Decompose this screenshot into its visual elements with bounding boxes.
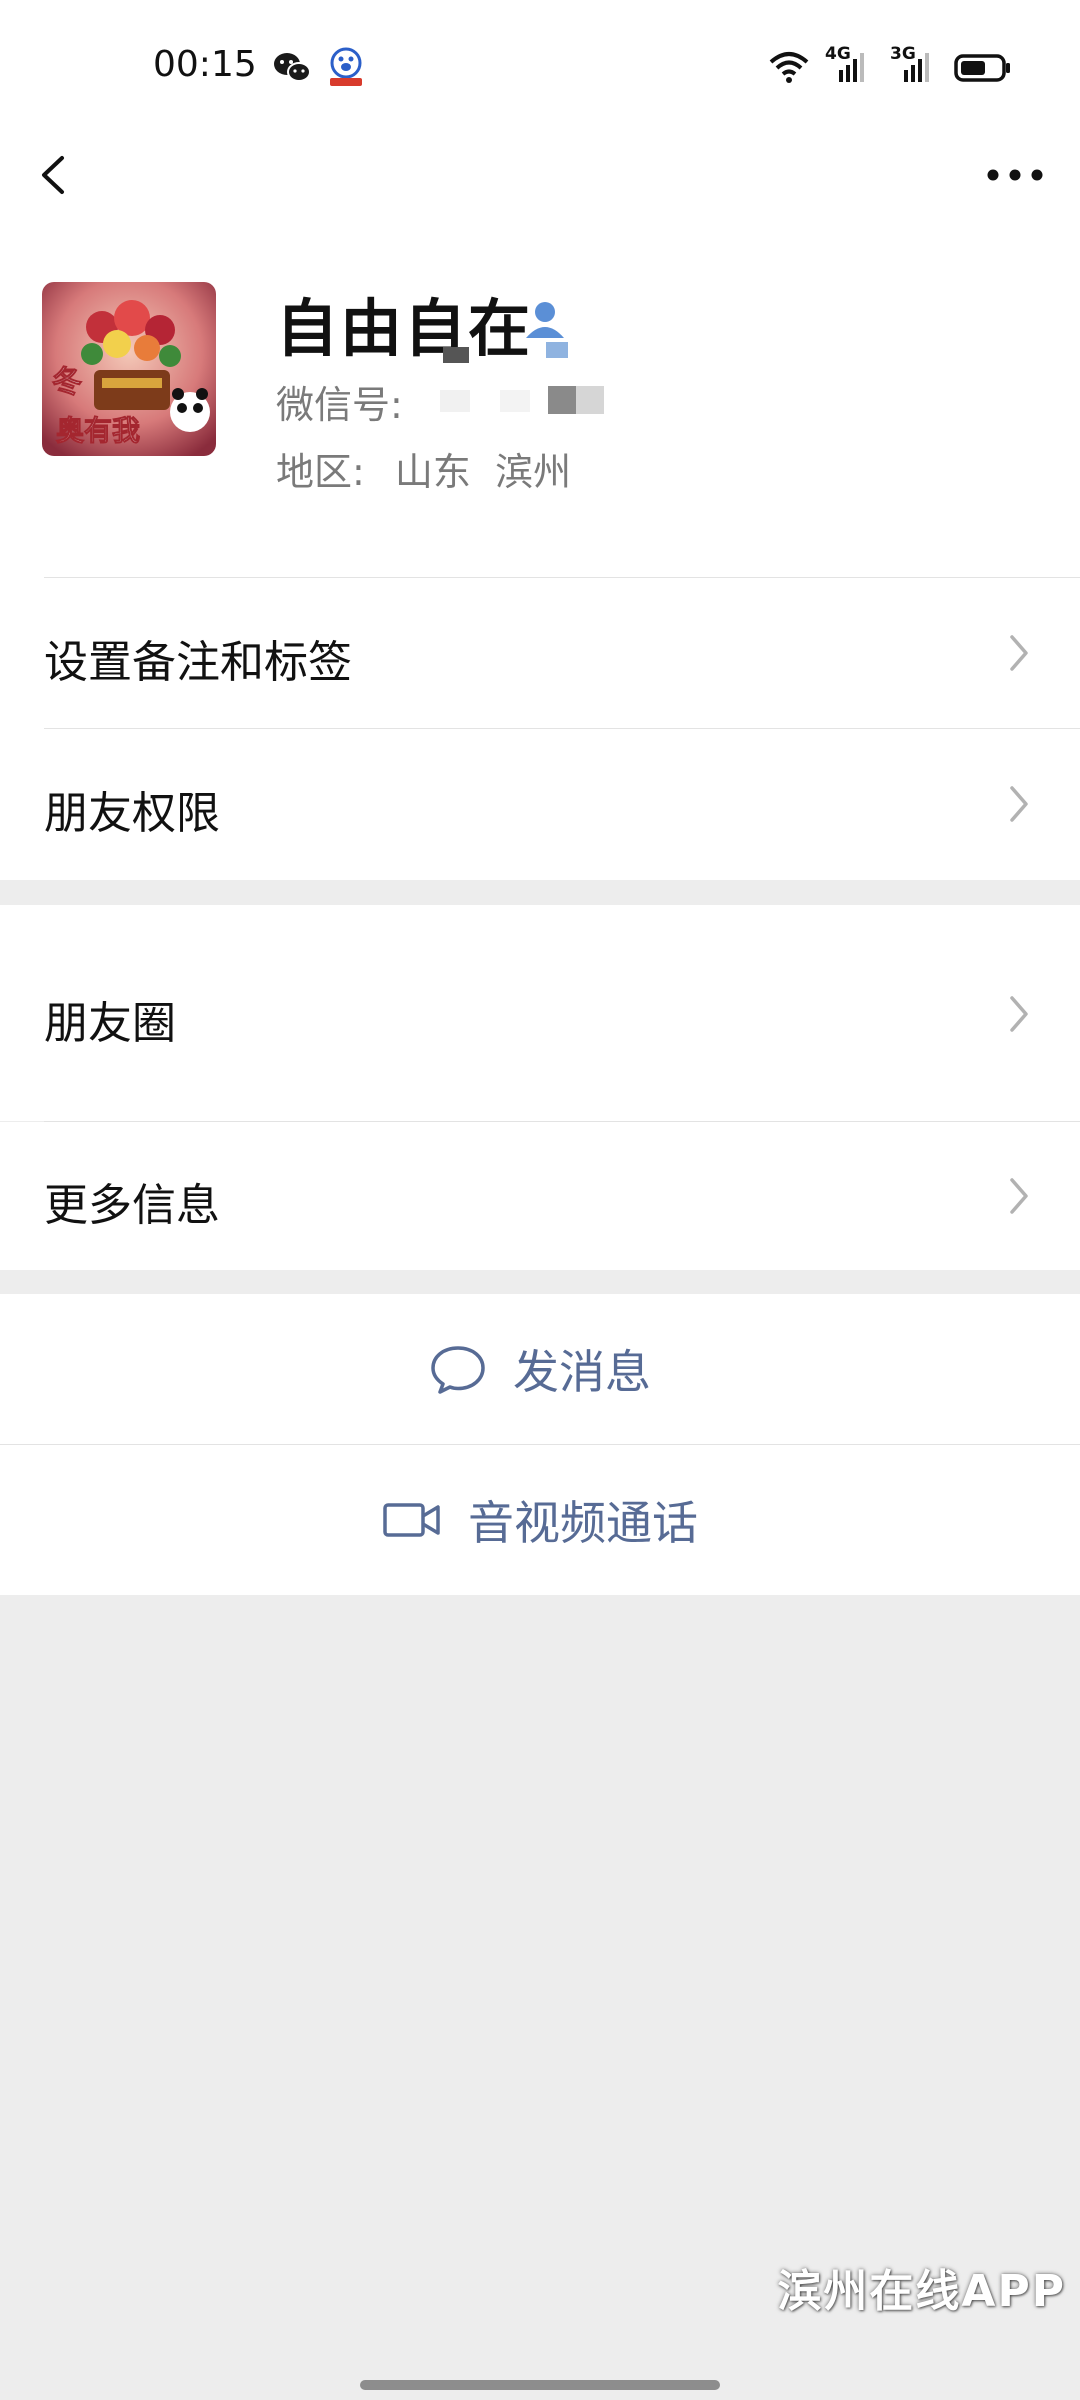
video-call-button[interactable]: 音视频通话	[0, 1445, 1080, 1595]
chevron-right-icon	[1006, 782, 1034, 826]
menu-item-moments[interactable]: 朋友圈	[0, 905, 1080, 1121]
chevron-right-icon	[1006, 1174, 1034, 1218]
menu-label: 朋友圈	[44, 998, 176, 1049]
section-gap	[0, 880, 1080, 905]
profile-badge-icon	[520, 298, 570, 358]
baidu-icon	[326, 46, 366, 88]
video-camera-icon	[382, 1500, 442, 1540]
send-message-label: 发消息	[513, 1345, 651, 1399]
redaction-mark	[443, 347, 469, 363]
more-dots-icon	[987, 169, 1043, 181]
menu-item-remarks-tags[interactable]: 设置备注和标签	[0, 578, 1080, 728]
menu-label: 更多信息	[44, 1180, 220, 1231]
chevron-right-icon	[1006, 992, 1034, 1036]
region-value: 山东 滨州	[394, 450, 572, 494]
signal-4g-icon: 4G	[825, 44, 875, 84]
video-call-label: 音视频通话	[468, 1496, 698, 1550]
avatar[interactable]: 冬 奥有我	[42, 282, 216, 456]
contact-name: 自由自在	[276, 292, 533, 365]
avatar-image: 冬 奥有我	[42, 282, 216, 456]
menu-item-friend-permissions[interactable]: 朋友权限	[0, 729, 1080, 879]
battery-icon	[954, 54, 1012, 86]
home-indicator[interactable]	[360, 2380, 720, 2390]
menu-label: 朋友权限	[44, 788, 220, 839]
chevron-left-icon	[42, 156, 64, 194]
chat-bubble-icon	[429, 1342, 487, 1396]
menu-label: 设置备注和标签	[44, 637, 352, 688]
section-gap	[0, 1270, 1080, 1294]
menu-item-more-info[interactable]: 更多信息	[0, 1122, 1080, 1270]
signal-3g-icon: 3G	[890, 44, 940, 84]
contact-profile-page: 00:15 4G 3G 冬 奥有我 自由自在 微信号: 地区: 山东 滨州 设置…	[0, 0, 1080, 2400]
region-label: 地区:	[276, 450, 365, 494]
wifi-icon	[768, 50, 810, 88]
wechat-id-label: 微信号:	[276, 383, 403, 427]
region-info: 地区: 山东 滨州	[276, 441, 571, 496]
send-message-button[interactable]: 发消息	[0, 1294, 1080, 1444]
avatar-text-1: 冬	[52, 365, 82, 400]
chevron-right-icon	[1006, 631, 1034, 675]
back-button[interactable]	[30, 140, 86, 210]
status-time: 00:15	[153, 44, 257, 85]
wechat-icon	[272, 50, 312, 86]
watermark-text: 滨州在线APP	[777, 2266, 1066, 2317]
avatar-text-2: 奥有我	[56, 414, 140, 447]
more-button[interactable]	[980, 150, 1050, 200]
